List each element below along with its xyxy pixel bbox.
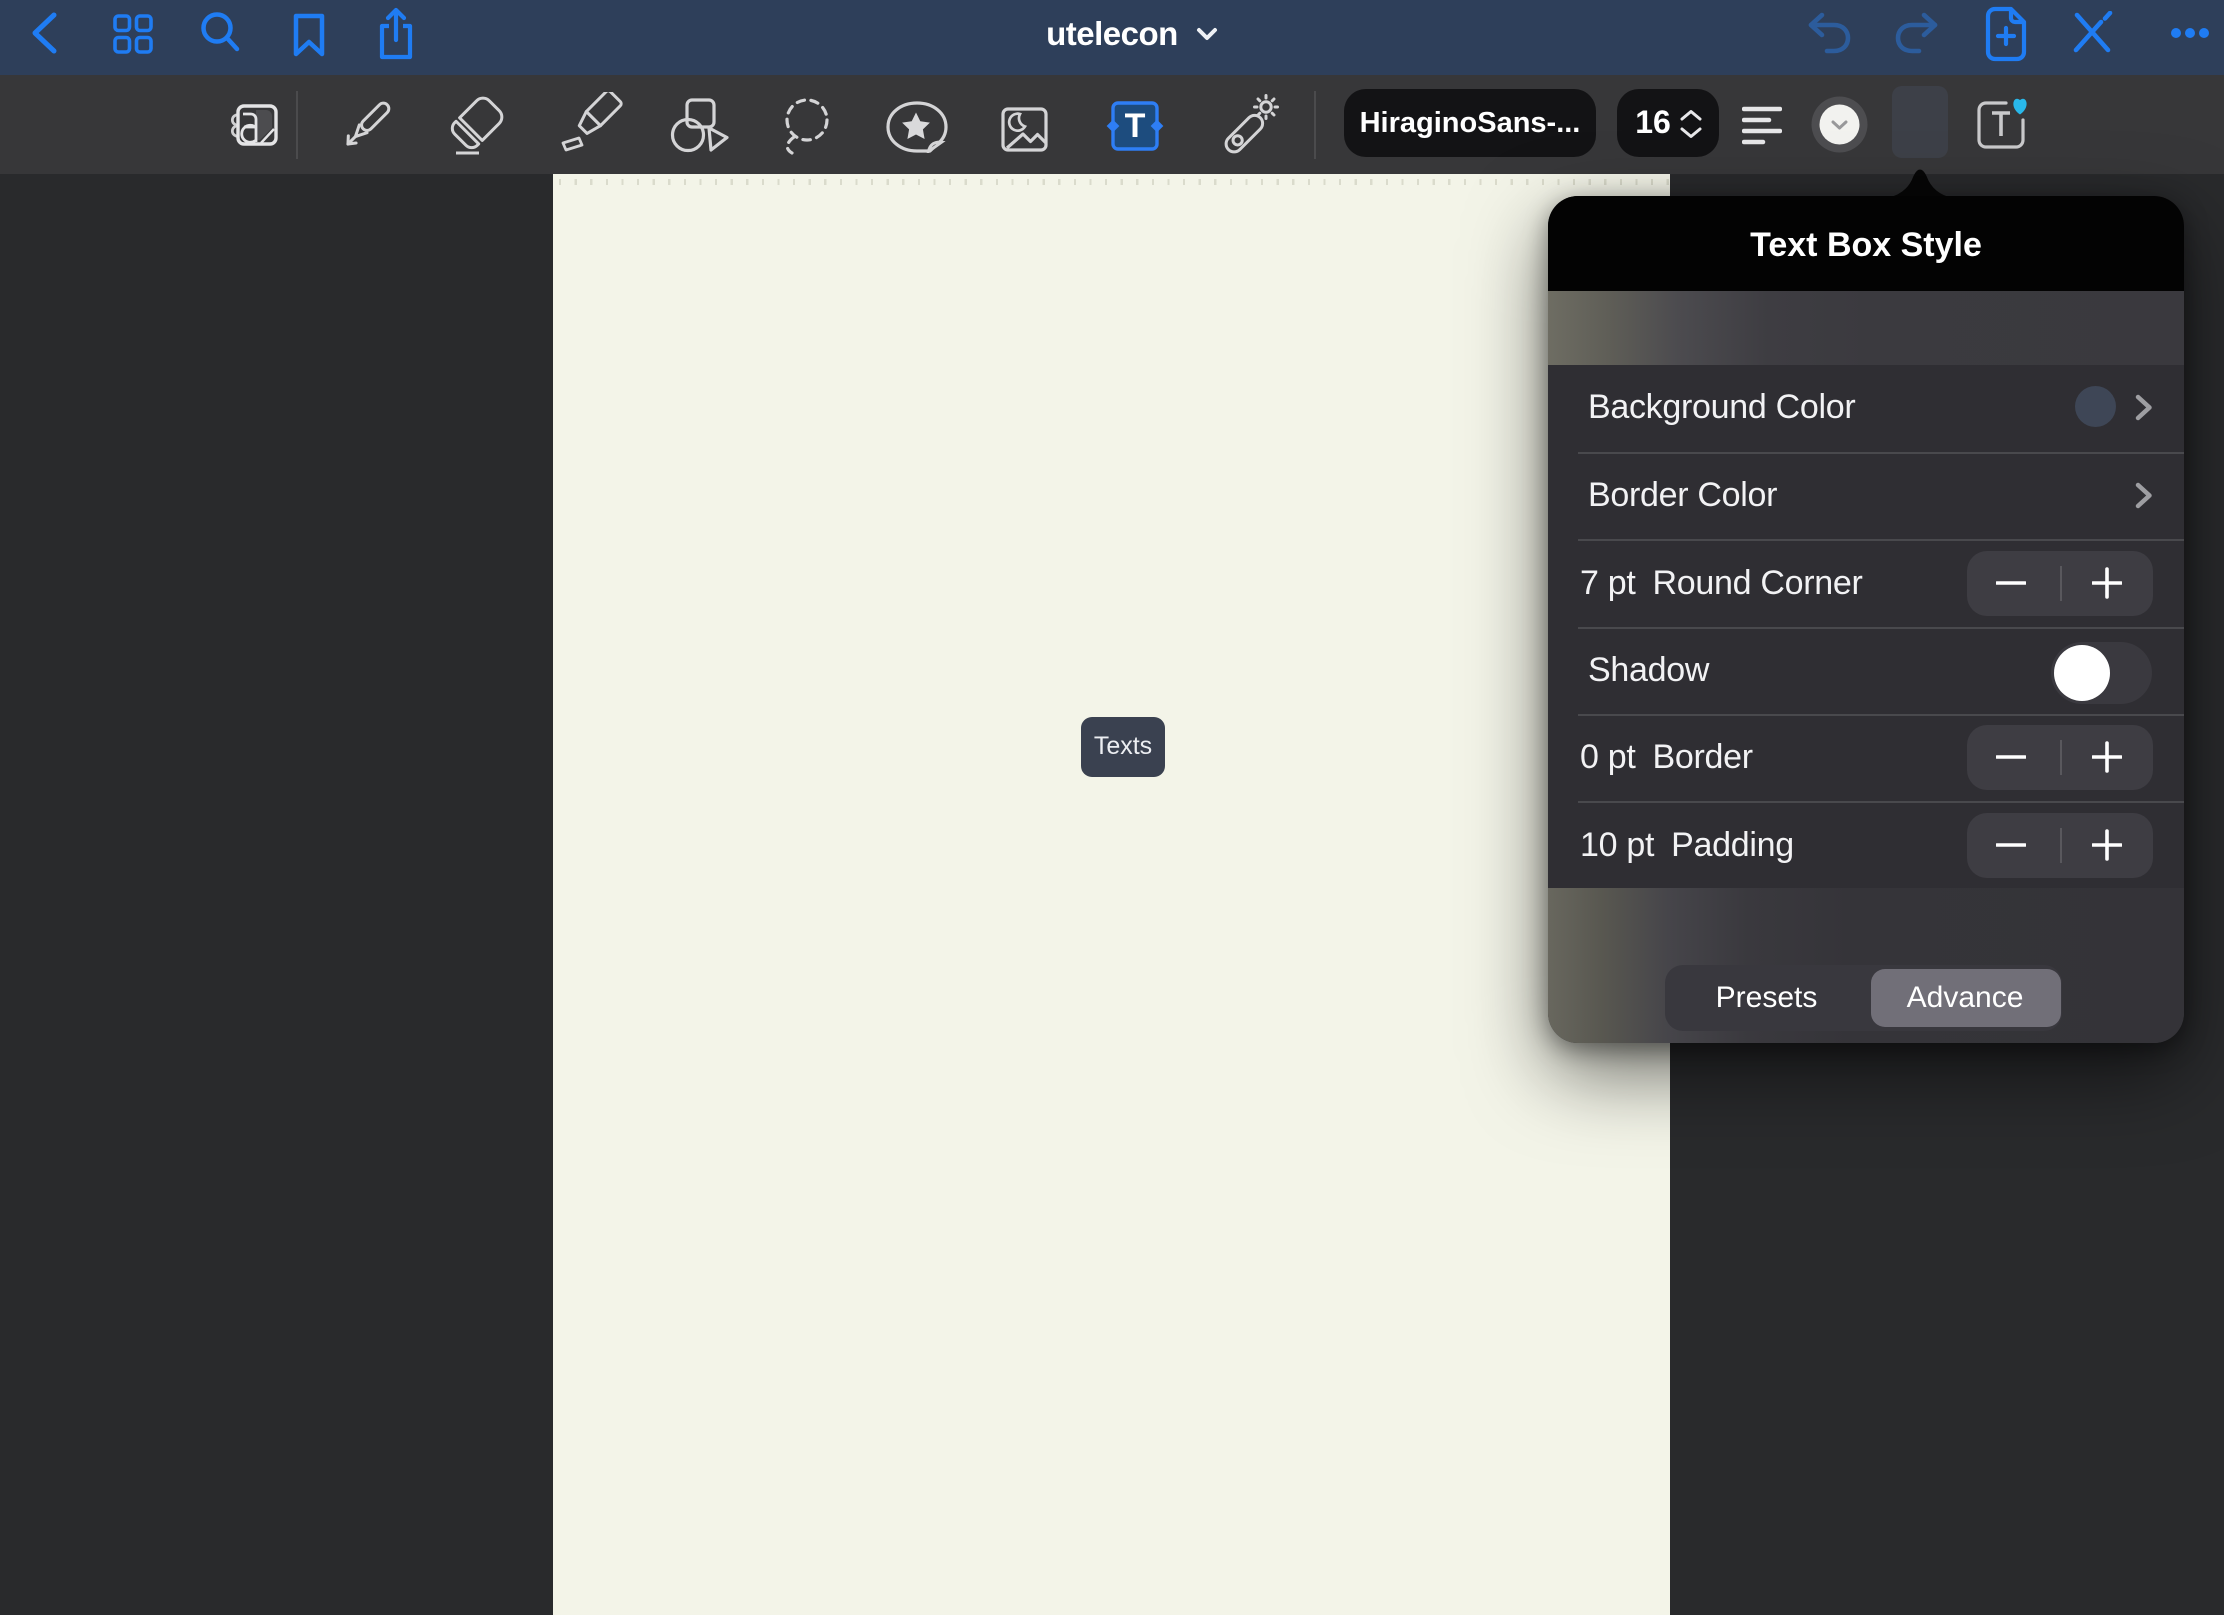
svg-text:T: T: [1125, 107, 1146, 145]
